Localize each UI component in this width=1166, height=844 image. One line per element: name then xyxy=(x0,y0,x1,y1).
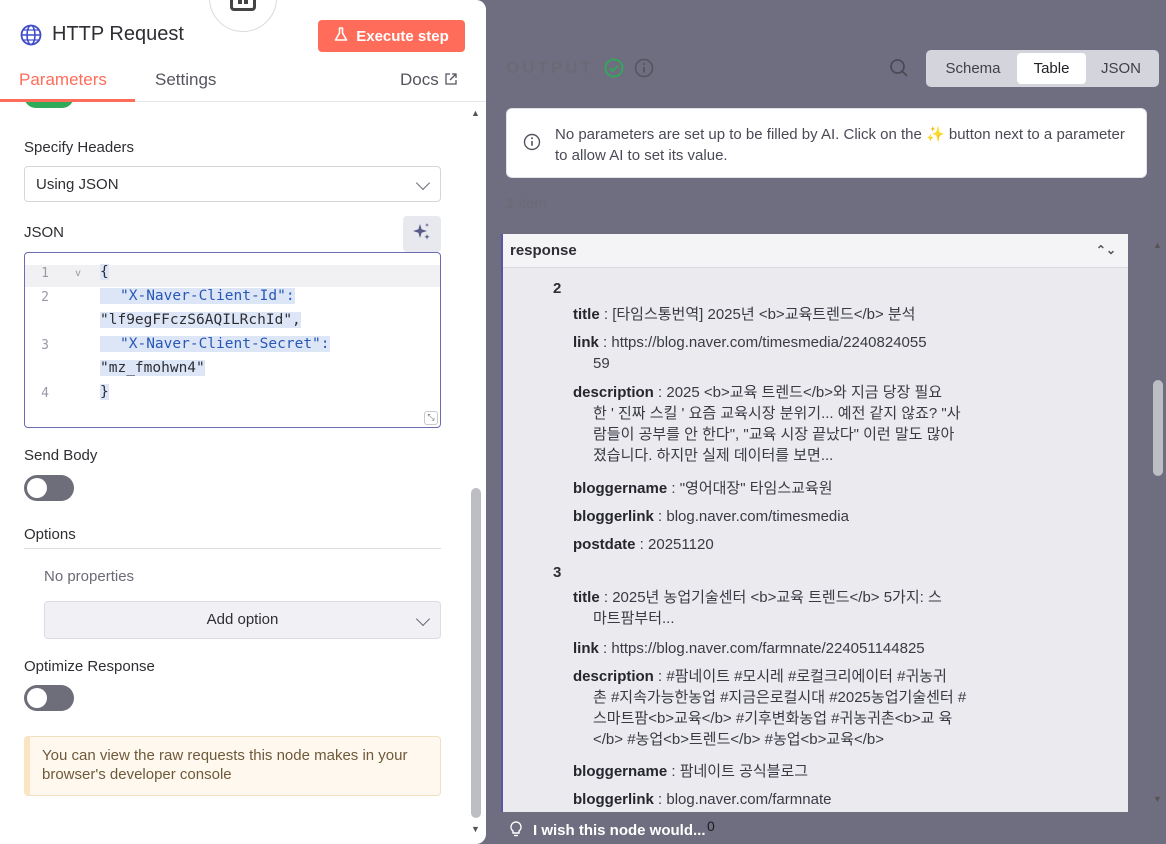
ai-sparkle-button[interactable] xyxy=(403,216,441,252)
field-row: bloggerlink : blog.naver.com/timesmedia xyxy=(573,508,849,525)
record-index: 3 xyxy=(553,564,562,581)
output-view-switch: Schema Table JSON xyxy=(926,50,1159,87)
execute-step-label: Execute step xyxy=(356,27,449,45)
field-row: title : [타임스통번역] 2025년 <b>교육트렌드</b> 분석 xyxy=(573,306,916,323)
column-header-label: response xyxy=(510,242,577,259)
developer-console-notice: You can view the raw requests this node … xyxy=(24,736,441,796)
scroll-up-icon[interactable]: ▲ xyxy=(1153,240,1162,250)
active-line-highlight xyxy=(25,265,440,287)
line-number: 2 xyxy=(41,290,49,305)
line-number: 1 xyxy=(41,266,49,281)
code-line: } xyxy=(100,384,109,400)
record-index: 2 xyxy=(553,280,562,297)
docs-label: Docs xyxy=(400,70,439,89)
field-row: postdate : 20251120 xyxy=(573,536,714,553)
info-icon xyxy=(523,133,541,157)
feedback-prompt: I wish this node would... xyxy=(533,822,706,839)
chevron-down-icon xyxy=(415,175,431,191)
sparkle-icon xyxy=(412,222,432,247)
no-properties-text: No properties xyxy=(44,568,135,585)
feedback-bar[interactable]: I wish this node would... 0 xyxy=(501,814,1151,844)
json-label: JSON xyxy=(24,224,65,241)
flask-icon xyxy=(334,26,348,46)
scroll-up-icon[interactable]: ▲ xyxy=(471,108,480,118)
code-line: { xyxy=(100,264,109,280)
parameters-body: Specify Headers Using JSON JSON 1 v { 2 … xyxy=(0,94,486,844)
tab-settings[interactable]: Settings xyxy=(155,70,216,90)
execute-step-button[interactable]: Execute step xyxy=(318,20,465,52)
collapse-icon[interactable]: ⌃⌄ xyxy=(1096,243,1116,257)
ai-note-text: No parameters are set up to be filled by… xyxy=(555,126,1125,164)
left-scrollbar[interactable]: ▲ ▼ xyxy=(469,102,483,844)
field-row: link : https://blog.naver.com/timesmedia… xyxy=(573,334,927,372)
json-editor[interactable]: 1 v { 2 "X-Naver-Client-Id": "lf9egFFczS… xyxy=(24,252,441,428)
field-row: description : #팜네이트 #모시레 #로컬크리에이터 #귀농귀 촌 … xyxy=(573,668,967,748)
scroll-down-icon[interactable]: ▼ xyxy=(471,824,480,834)
specify-headers-select[interactable]: Using JSON xyxy=(24,166,441,202)
line-number: 4 xyxy=(41,386,49,401)
items-count: 1 item xyxy=(506,195,547,212)
tab-parameters[interactable]: Parameters xyxy=(19,70,107,90)
view-tab-table[interactable]: Table xyxy=(1017,53,1086,84)
add-option-label: Add option xyxy=(206,611,279,628)
field-row: bloggerlink : blog.naver.com/farmnate xyxy=(573,791,832,808)
scrollbar-thumb[interactable] xyxy=(471,488,481,818)
docs-link[interactable]: Docs xyxy=(400,70,457,90)
output-scrollbar[interactable]: ▲ ▼ xyxy=(1151,234,1165,812)
optimize-response-toggle[interactable] xyxy=(24,685,74,711)
send-body-label: Send Body xyxy=(24,447,98,464)
active-tab-indicator xyxy=(0,99,135,102)
search-icon[interactable] xyxy=(889,58,909,83)
field-row: title : 2025년 농업기술센터 <b>교육 트렌드</b> 5가지: … xyxy=(573,589,942,627)
field-row: description : 2025 <b>교육 트렌드</b>와 지금 당장 … xyxy=(573,384,961,464)
add-option-select[interactable]: Add option xyxy=(44,601,441,639)
fold-icon[interactable]: v xyxy=(75,268,81,279)
code-key: "X-Naver-Client-Id": xyxy=(100,288,295,304)
info-icon[interactable] xyxy=(634,58,654,83)
resize-handle-icon[interactable]: ⤡ xyxy=(424,411,438,425)
external-link-icon xyxy=(445,70,457,90)
view-tab-json[interactable]: JSON xyxy=(1088,53,1154,84)
code-value: "mz_fmohwn4" xyxy=(100,360,205,376)
ai-parameters-note: No parameters are set up to be filled by… xyxy=(506,108,1147,178)
specify-headers-value: Using JSON xyxy=(36,176,119,193)
scrollbar-thumb[interactable] xyxy=(1153,380,1163,476)
view-tab-schema[interactable]: Schema xyxy=(930,53,1016,84)
node-title[interactable]: HTTP Request xyxy=(52,23,184,46)
chevron-down-icon xyxy=(415,611,431,627)
code-key: "X-Naver-Client-Secret": xyxy=(100,336,330,352)
line-number: 3 xyxy=(41,338,49,353)
divider xyxy=(24,548,441,549)
node-parameters-panel: HTTP Request Execute step Parameters Set… xyxy=(0,0,486,844)
code-value: "lf9egFFczS6AQILRchId", xyxy=(100,312,301,328)
globe-icon xyxy=(20,24,42,51)
lightbulb-icon xyxy=(509,821,523,841)
specify-headers-label: Specify Headers xyxy=(24,139,135,156)
options-label: Options xyxy=(24,526,76,543)
field-row: link : https://blog.naver.com/farmnate/2… xyxy=(573,640,925,657)
optimize-response-label: Optimize Response xyxy=(24,658,155,675)
field-row: bloggername : "영어대장" 타임스교육원 xyxy=(573,480,833,497)
feedback-count: 0 xyxy=(707,818,715,834)
output-title: OUTPUT xyxy=(506,58,594,77)
column-header: response ⌃⌄ xyxy=(503,234,1128,268)
scroll-down-icon[interactable]: ▼ xyxy=(1153,794,1162,804)
field-row: bloggername : 팜네이트 공식블로그 xyxy=(573,763,809,780)
output-table: response ⌃⌄ 2 title : [타임스통번역] 2025년 <b>… xyxy=(501,234,1128,812)
send-body-toggle[interactable] xyxy=(24,475,74,501)
check-circle-icon xyxy=(604,58,624,83)
